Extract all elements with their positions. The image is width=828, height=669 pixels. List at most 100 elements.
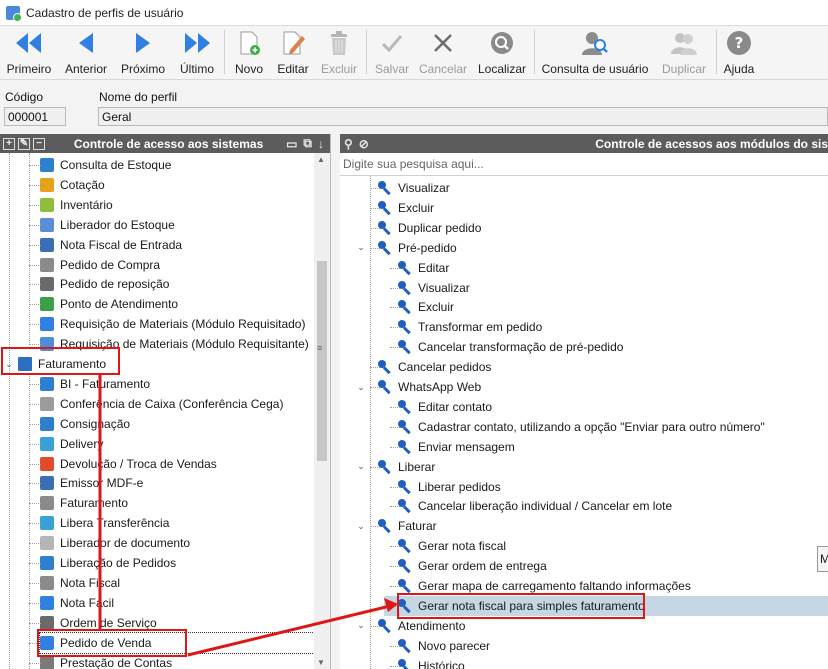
cancel-button[interactable]: Cancelar — [418, 30, 468, 78]
module-icon — [40, 277, 54, 292]
permission-label: Visualizar — [418, 280, 470, 295]
chevron-down-icon[interactable]: ⌄ — [356, 461, 366, 472]
profile-name-field[interactable]: Geral — [98, 107, 828, 126]
next-button[interactable]: Próximo — [118, 30, 168, 78]
system-sub-item[interactable]: Libera Transferência — [40, 513, 169, 533]
key-icon — [378, 618, 392, 633]
chevron-down-icon[interactable]: ⌄ — [356, 242, 366, 253]
system-item[interactable]: Cotação — [40, 175, 105, 195]
permission-row[interactable]: Cancelar pedidos — [364, 357, 491, 377]
permission-row[interactable]: Transformar em pedido — [384, 317, 542, 337]
tree-guide — [390, 665, 400, 667]
last-button[interactable]: Último — [176, 30, 218, 78]
system-sub-item-label: Faturamento — [60, 496, 129, 511]
system-sub-item[interactable]: Nota Fácil — [40, 593, 114, 613]
edit-button[interactable]: Editar — [274, 30, 312, 78]
key-icon — [378, 240, 392, 255]
folder-faturamento[interactable]: ⌄ Faturamento — [4, 354, 106, 374]
previous-button[interactable]: Anterior — [62, 30, 110, 78]
system-sub-item[interactable]: Pedido de Venda — [39, 631, 315, 654]
permission-row[interactable]: Cancelar liberação individual / Cancelar… — [384, 496, 672, 516]
tree-guide — [29, 244, 41, 246]
key-search-icon[interactable]: ⚲ — [344, 137, 353, 151]
permission-row[interactable]: Liberar pedidos — [384, 477, 501, 497]
module-icon — [40, 595, 54, 610]
permission-row[interactable]: Duplicar pedido — [364, 218, 481, 238]
permission-row[interactable]: ⌄ WhatsApp Web — [357, 377, 481, 397]
system-item[interactable]: Pedido de Compra — [40, 255, 160, 275]
new-button[interactable]: Novo — [232, 30, 266, 78]
permission-row[interactable]: Editar contato — [384, 397, 492, 417]
scroll-up-icon[interactable]: ▲ — [317, 155, 325, 164]
tree-guide — [9, 153, 10, 669]
permission-row[interactable]: Cadastrar contato, utilizando a opção "E… — [384, 417, 765, 437]
expand-all-icon[interactable]: + — [3, 137, 15, 150]
copy-icon[interactable]: ⧉ — [303, 136, 312, 151]
system-sub-item[interactable]: Ordem de Serviço — [40, 613, 157, 633]
scroll-down-icon[interactable]: ▼ — [317, 658, 325, 667]
first-button[interactable]: Primeiro — [6, 30, 52, 78]
system-item[interactable]: Consulta de Estoque — [40, 155, 171, 175]
system-sub-item[interactable]: Delivery — [40, 434, 103, 454]
permission-row[interactable]: Histórico — [384, 656, 465, 669]
modules-panel-title: Controle de acessos aos módulos do sis — [595, 136, 828, 151]
search-input[interactable]: Digite sua pesquisa aqui... — [340, 153, 828, 176]
code-field[interactable]: 000001 — [4, 107, 66, 126]
permission-row[interactable]: Gerar ordem de entrega — [384, 556, 547, 576]
system-item[interactable]: Inventário — [40, 195, 113, 215]
chevron-down-icon[interactable]: ⌄ — [356, 620, 366, 631]
arrow-down-icon[interactable]: ↓ — [318, 137, 324, 151]
system-sub-item[interactable]: Liberação de Pedidos — [40, 553, 176, 573]
collapse-all-icon[interactable]: − — [33, 137, 45, 150]
delete-button[interactable]: Excluir — [320, 30, 358, 78]
key-icon — [398, 479, 412, 494]
system-sub-item[interactable]: Emissor MDF-e — [40, 473, 143, 493]
permission-row-selected[interactable]: Gerar nota fiscal para simples faturamen… — [384, 595, 828, 616]
system-sub-item[interactable]: Consignação — [40, 414, 130, 434]
permission-row[interactable]: Cancelar transformação de pré-pedido — [384, 337, 623, 357]
permission-row[interactable]: Gerar nota fiscal — [384, 536, 506, 556]
users-copy-icon — [670, 30, 698, 56]
check-icon — [380, 30, 404, 56]
user-query-button[interactable]: Consulta de usuário — [542, 30, 648, 78]
tree-guide — [370, 466, 380, 468]
chevron-down-icon[interactable]: ⌄ — [356, 521, 366, 532]
permission-row[interactable]: Gerar mapa de carregamento faltando info… — [384, 576, 691, 596]
tree-guide — [29, 383, 41, 385]
help-button[interactable]: ? Ajuda — [722, 30, 756, 78]
system-item[interactable]: Liberador do Estoque — [40, 215, 175, 235]
profile-name-label: Nome do perfil — [99, 90, 178, 104]
edit-icon[interactable]: ✎ — [18, 137, 30, 150]
system-item[interactable]: Requisição de Materiais (Módulo Requisit… — [40, 314, 305, 334]
left-scrollbar-thumb[interactable] — [317, 261, 327, 461]
system-item[interactable]: Requisição de Materiais (Módulo Requisit… — [40, 334, 309, 354]
system-sub-item[interactable]: Conferência de Caixa (Conferência Cega) — [40, 394, 283, 414]
chevron-down-icon[interactable]: ⌄ — [4, 359, 14, 370]
duplicate-button[interactable]: Duplicar — [656, 30, 712, 78]
chevron-down-icon[interactable]: ⌄ — [356, 382, 366, 393]
system-sub-item[interactable]: Prestação de Contas — [40, 653, 172, 669]
tree-guide — [29, 443, 41, 445]
left-scrollbar[interactable]: ≡ ▲ ▼ — [314, 153, 330, 669]
system-sub-item[interactable]: Nota Fiscal — [40, 573, 120, 593]
folder-icon[interactable]: ▭ — [286, 137, 297, 151]
system-sub-item[interactable]: Liberador de documento — [40, 533, 190, 553]
system-item[interactable]: Nota Fiscal de Entrada — [40, 235, 182, 255]
tree-guide — [370, 207, 380, 209]
locate-button[interactable]: Localizar — [478, 30, 526, 78]
permission-row[interactable]: Enviar mensagem — [384, 437, 515, 457]
key-icon — [398, 579, 412, 593]
save-button[interactable]: Salvar — [372, 30, 412, 78]
system-item[interactable]: Ponto de Atendimento — [40, 294, 178, 314]
system-item[interactable]: Pedido de reposição — [40, 274, 169, 294]
block-icon[interactable]: ⊘ — [359, 137, 369, 151]
module-icon — [40, 635, 54, 650]
key-icon — [398, 300, 412, 314]
tree-guide — [29, 304, 41, 306]
permission-label: Cadastrar contato, utilizando a opção "E… — [418, 419, 765, 434]
system-sub-item[interactable]: BI - Faturamento — [40, 374, 150, 394]
tree-guide — [29, 582, 41, 584]
system-sub-item[interactable]: Devolução / Troca de Vendas — [40, 454, 217, 474]
system-sub-item[interactable]: Faturamento — [40, 493, 128, 513]
system-item-label: Cotação — [60, 177, 105, 192]
